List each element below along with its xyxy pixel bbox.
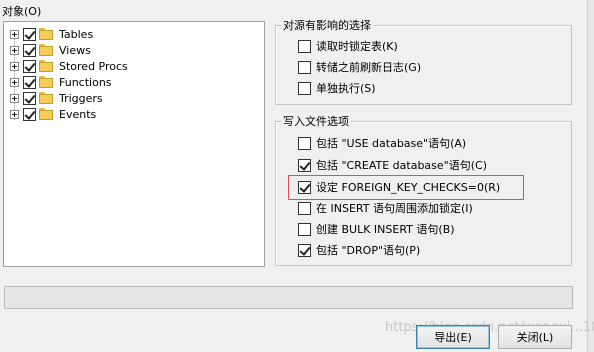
tree-item-tables[interactable]: Tables: [10, 26, 93, 42]
create-database-checkbox[interactable]: [298, 158, 311, 172]
functions-checkbox[interactable]: [23, 75, 36, 89]
tree-item-triggers[interactable]: Triggers: [10, 90, 103, 106]
tree-item-views[interactable]: Views: [10, 42, 91, 58]
insert-lock-option[interactable]: 在 INSERT 语句周围添加锁定(I): [298, 200, 473, 216]
expand-icon[interactable]: [10, 45, 19, 55]
tree-item-label: Functions: [59, 75, 112, 89]
file-options-title: 写入文件选项: [281, 113, 351, 129]
progress-bar: [4, 286, 573, 309]
folder-icon: [39, 108, 53, 120]
folder-icon: [39, 28, 53, 40]
option-label: 设定 FOREIGN_KEY_CHECKS=0(R): [316, 181, 501, 194]
expand-icon[interactable]: [10, 61, 19, 71]
expand-icon[interactable]: [10, 93, 19, 103]
flush-logs-checkbox[interactable]: [298, 60, 311, 74]
folder-icon: [39, 92, 53, 104]
bulk-insert-checkbox[interactable]: [298, 222, 311, 236]
drop-statement-checkbox[interactable]: [298, 243, 311, 257]
folder-icon: [39, 44, 53, 56]
option-label: 转储之前刷新日志(G): [316, 61, 422, 74]
objects-label: 对象(O): [2, 5, 42, 18]
option-label: 包括 "CREATE database"语句(C): [316, 159, 487, 172]
insert-lock-checkbox[interactable]: [298, 201, 311, 215]
tree-item-stored-procs[interactable]: Stored Procs: [10, 58, 128, 74]
tree-item-events[interactable]: Events: [10, 106, 96, 122]
option-label: 创建 BULK INSERT 语句(B): [316, 223, 455, 236]
tree-item-label: Events: [59, 107, 97, 121]
folder-icon: [39, 60, 53, 72]
lock-tables-checkbox[interactable]: [298, 39, 311, 53]
tables-checkbox[interactable]: [23, 27, 36, 41]
option-label: 单独执行(S): [316, 82, 376, 95]
export-button[interactable]: 导出(E): [416, 325, 490, 349]
objects-tree[interactable]: Tables Views Stored Procs Functions Trig…: [3, 21, 265, 267]
window-right-edge: [587, 0, 594, 352]
expand-icon[interactable]: [10, 109, 19, 119]
option-label: 包括 "DROP"语句(P): [316, 244, 421, 257]
foreign-key-checks-option[interactable]: 设定 FOREIGN_KEY_CHECKS=0(R): [298, 179, 500, 195]
tree-item-label: Triggers: [59, 91, 103, 105]
close-button[interactable]: 关闭(L): [498, 325, 572, 349]
expand-icon[interactable]: [10, 29, 19, 39]
tree-item-label: Tables: [59, 27, 94, 41]
expand-icon[interactable]: [10, 77, 19, 87]
drop-statement-option[interactable]: 包括 "DROP"语句(P): [298, 242, 420, 258]
events-checkbox[interactable]: [23, 107, 36, 121]
source-options-title: 对源有影响的选择: [281, 17, 373, 33]
flush-logs-option[interactable]: 转储之前刷新日志(G): [298, 59, 421, 75]
tree-item-functions[interactable]: Functions: [10, 74, 112, 90]
use-database-option[interactable]: 包括 "USE database"语句(A): [298, 135, 466, 151]
lock-tables-option[interactable]: 读取时锁定表(K): [298, 38, 398, 54]
create-database-option[interactable]: 包括 "CREATE database"语句(C): [298, 157, 487, 173]
option-label: 包括 "USE database"语句(A): [316, 137, 467, 150]
views-checkbox[interactable]: [23, 43, 36, 57]
single-transaction-option[interactable]: 单独执行(S): [298, 80, 376, 96]
option-label: 读取时锁定表(K): [316, 40, 398, 53]
single-transaction-checkbox[interactable]: [298, 81, 311, 95]
tree-item-label: Stored Procs: [59, 59, 128, 73]
folder-icon: [39, 76, 53, 88]
option-label: 在 INSERT 语句周围添加锁定(I): [316, 202, 473, 215]
stored-procs-checkbox[interactable]: [23, 59, 36, 73]
bulk-insert-option[interactable]: 创建 BULK INSERT 语句(B): [298, 221, 455, 237]
triggers-checkbox[interactable]: [23, 91, 36, 105]
foreign-key-checks-checkbox[interactable]: [298, 180, 311, 194]
use-database-checkbox[interactable]: [298, 136, 311, 150]
tree-item-label: Views: [59, 43, 91, 57]
